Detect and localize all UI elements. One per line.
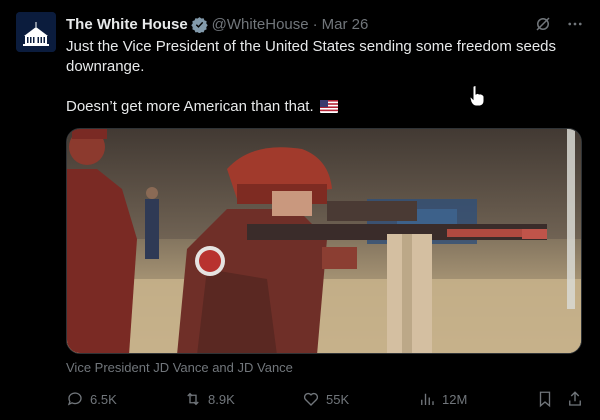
separator-dot: ·: [312, 15, 318, 33]
tweet-media-image[interactable]: [66, 128, 582, 354]
tweet-text-line-2: Doesn’t get more American than that.: [66, 97, 586, 119]
share-button[interactable]: [566, 389, 584, 409]
tweet-text-line-2-content: Doesn’t get more American than that.: [66, 98, 314, 115]
reply-button[interactable]: 6.5K: [66, 389, 117, 409]
author-handle[interactable]: @WhiteHouse: [212, 16, 309, 33]
repost-button[interactable]: 8.9K: [184, 389, 235, 409]
hand-cursor-icon: [469, 85, 485, 107]
avatar[interactable]: [16, 12, 56, 52]
views-count: 12M: [442, 391, 468, 407]
bookmark-icon: [539, 391, 551, 408]
tweet-date[interactable]: Mar 26: [322, 16, 369, 33]
tweet-actions: 6.5K 8.9K 55K 12M: [66, 389, 586, 409]
tweet-header: The White House @WhiteHouse · Mar 26: [66, 14, 584, 34]
repost-count: 8.9K: [208, 391, 235, 407]
tweet-text: Just the Vice President of the United St…: [66, 37, 586, 119]
reply-count: 6.5K: [90, 391, 117, 407]
views-button[interactable]: 12M: [418, 389, 467, 409]
tweet-text-line: Just the Vice President of the United St…: [66, 38, 557, 75]
like-icon: [303, 392, 319, 406]
bookmark-button[interactable]: [536, 389, 554, 409]
grok-icon[interactable]: [534, 15, 552, 33]
like-button[interactable]: 55K: [302, 389, 349, 409]
verified-badge-icon: [190, 16, 208, 33]
tweet[interactable]: The White House @WhiteHouse · Mar 26 Jus…: [0, 0, 600, 420]
media-caption: Vice President JD Vance and JD Vance: [66, 360, 293, 375]
views-icon: [421, 393, 434, 405]
share-icon: [569, 391, 581, 406]
more-icon[interactable]: [566, 15, 584, 33]
author-name[interactable]: The White House: [66, 16, 188, 33]
like-count: 55K: [326, 391, 350, 407]
reply-icon: [67, 392, 82, 406]
white-house-logo: [16, 12, 56, 52]
repost-icon: [187, 392, 199, 406]
us-flag-icon: [319, 99, 338, 119]
